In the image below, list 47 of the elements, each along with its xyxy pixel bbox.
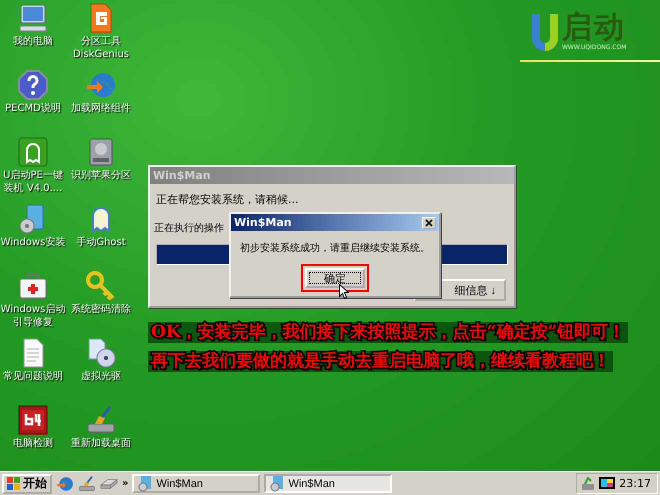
app-icon	[270, 476, 284, 492]
status-message: 正在帮您安装系统，请稍候...	[155, 192, 300, 207]
taskbar-button[interactable]: Win$Man	[132, 474, 260, 493]
start-button[interactable]: 开始	[2, 474, 52, 494]
overflow-chevron[interactable]: »	[122, 478, 128, 489]
icon-label: 我的电脑	[13, 36, 53, 47]
icon-label: 系统密码清除	[71, 304, 131, 315]
taskbar-button[interactable]: Win$Man	[264, 474, 392, 493]
cursor-icon	[339, 284, 349, 299]
icon-label: 加载网络组件	[71, 103, 131, 114]
window-title: Win$Man	[234, 216, 292, 229]
app-icon	[138, 476, 152, 492]
icon-label: 电脑检测	[13, 438, 53, 449]
key-icon	[85, 270, 117, 302]
ok-button[interactable]: 确定	[305, 268, 365, 288]
ghost-app-icon	[17, 136, 49, 168]
icon-label: 虚拟光驱	[81, 371, 121, 382]
icon-label: 装机 V4.0....	[4, 183, 62, 194]
computer-icon	[17, 2, 49, 34]
icon-label: PECMD说明	[5, 103, 61, 114]
icon-label: 识别苹果分区	[71, 170, 131, 181]
logo-u-icon	[530, 12, 560, 52]
drive-icon	[100, 478, 118, 488]
display-tray-icon[interactable]	[599, 476, 616, 490]
logo-text: 启动	[562, 12, 626, 44]
operation-label: 正在执行的操作	[154, 222, 224, 235]
annotation-text: OK，安装完毕，我们接下来按照提示，点击“确定按”钮即可！	[148, 322, 628, 343]
brush-drive-icon	[78, 474, 96, 492]
close-icon	[425, 218, 433, 226]
icon-label: 重新加载桌面	[71, 438, 131, 449]
benchmark-icon	[17, 404, 49, 436]
icon-label: 手动Ghost	[76, 237, 126, 248]
icon-label: 常见问题说明	[3, 371, 63, 382]
annotation-text: 再下去我们要做的就是手动去重启电脑了哦，继续看教程吧！	[148, 351, 613, 372]
dialog-message: 初步安装系统成功，请重启继续安装系统。	[239, 242, 431, 255]
icon-label: Windows安装	[0, 237, 66, 248]
help-icon	[17, 69, 49, 101]
window-title: Win$Man	[150, 167, 514, 184]
icon-label: U启动PE一键	[3, 170, 63, 181]
clock: 23:17	[619, 477, 651, 490]
icon-label: 引导修复	[13, 317, 53, 328]
close-button[interactable]	[422, 216, 436, 228]
windows-logo-icon	[7, 477, 20, 490]
icon-label: Windows启动	[0, 304, 66, 315]
globe-icon	[56, 474, 74, 492]
icon-label: 分区工具	[81, 36, 121, 47]
icon-label: DiskGenius	[72, 49, 130, 60]
